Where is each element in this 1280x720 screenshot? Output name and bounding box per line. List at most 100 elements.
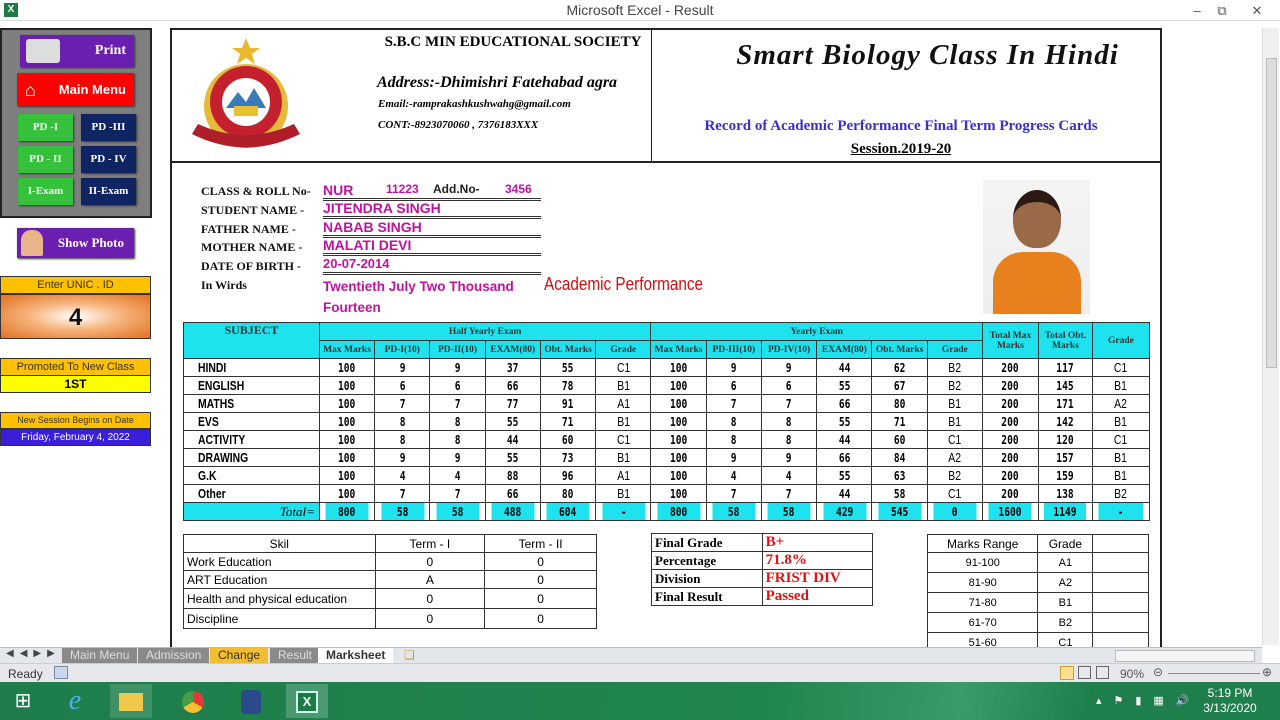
range-marks: 71-80	[926, 592, 1039, 613]
mark-cell: 66	[490, 376, 536, 395]
excel-icon: X	[4, 3, 18, 17]
vertical-scrollbar[interactable]	[1262, 28, 1279, 645]
mark-cell: C1	[600, 358, 646, 377]
range-blank	[1092, 612, 1149, 633]
macro-record-icon[interactable]	[54, 666, 68, 679]
mark-cell: 100	[324, 412, 370, 431]
print-button[interactable]: Print	[20, 35, 134, 67]
mark-cell: 9	[766, 448, 812, 467]
tab-marksheet[interactable]: Marksheet	[318, 648, 394, 663]
tab-change[interactable]: Change	[210, 648, 269, 663]
mark-cell: 100	[656, 394, 702, 413]
main-menu-button[interactable]: ⌂ Main Menu	[17, 73, 134, 106]
mark-cell: 62	[877, 358, 923, 377]
skill-grade: 0	[484, 608, 597, 629]
horizontal-scrollbar[interactable]	[1115, 650, 1255, 662]
media-player-icon[interactable]	[230, 684, 272, 718]
skills-header: Term - I	[374, 534, 486, 553]
final-label: Percentage	[651, 551, 763, 570]
promoted-label: Promoted To New Class	[0, 358, 151, 376]
range-marks: 81-90	[926, 572, 1039, 593]
mark-cell: 44	[490, 430, 536, 449]
pd2-button[interactable]: PD - II	[18, 146, 73, 173]
excel-taskbar-icon[interactable]: X	[286, 684, 328, 718]
zoom-out-button[interactable]: ⊝	[1153, 665, 1163, 679]
page-break-icon[interactable]	[1096, 666, 1109, 679]
zoom-in-button[interactable]: ⊕	[1262, 665, 1272, 679]
subject-name: HINDI	[196, 358, 307, 377]
mark-cell: 78	[545, 376, 591, 395]
zoom-level[interactable]: 90%	[1120, 667, 1144, 681]
mark-cell: 66	[490, 484, 536, 503]
mark-cell: 55	[821, 466, 867, 485]
mark-cell: 120	[1043, 430, 1088, 449]
show-photo-button[interactable]: Show Photo	[17, 228, 134, 258]
yearly-col-header: Max Marks	[650, 340, 707, 359]
mark-cell: 8	[711, 412, 757, 431]
range-header: Grade	[1037, 534, 1094, 553]
total-obt-header: Total Obt. Marks	[1037, 322, 1093, 359]
normal-view-icon[interactable]	[1060, 666, 1074, 680]
range-blank	[1092, 592, 1149, 613]
mark-cell: C1	[932, 484, 978, 503]
table-row: G.K 100 4 4 88 96 A1 100 4 4 55 63 B2 200 159 B1	[184, 466, 1150, 485]
pd4-button[interactable]: PD - IV	[81, 146, 136, 173]
tab-result[interactable]: Result	[270, 648, 321, 663]
mark-cell: 60	[545, 430, 591, 449]
mark-cell: B1	[1097, 412, 1145, 431]
exam1-button[interactable]: I-Exam	[18, 178, 73, 205]
mark-cell: B1	[1097, 466, 1145, 485]
total-cell: 0	[932, 502, 978, 521]
yearly-col-header: Obt. Marks	[871, 340, 928, 359]
add-no-label: Add.No-	[433, 182, 480, 196]
close-button[interactable]: ✕	[1243, 0, 1271, 21]
pd1-button[interactable]: PD -I	[18, 114, 73, 141]
mark-cell: 9	[435, 358, 481, 377]
yearly-col-header: PD-IV(10)	[760, 340, 818, 359]
organization-name: S.B.C MIN EDUCATIONAL SOCIETY	[384, 34, 642, 50]
insert-sheet-icon[interactable]: ❏	[396, 648, 423, 663]
minimize-button[interactable]: –	[1183, 0, 1211, 21]
mark-cell: 8	[435, 430, 481, 449]
status-bar: Ready 90% ⊝ ⊕	[0, 663, 1280, 682]
file-explorer-icon[interactable]	[110, 684, 152, 718]
internet-explorer-icon[interactable]: e	[54, 684, 96, 718]
final-value: 71.8%	[761, 551, 874, 570]
mark-cell: 8	[435, 412, 481, 431]
restore-button[interactable]: ⧉	[1208, 0, 1236, 21]
mark-cell: 77	[490, 394, 536, 413]
skill-name: Work Education	[183, 552, 376, 571]
system-tray-icons[interactable]: ▴⚑▮▦🔊	[1096, 694, 1202, 707]
mark-cell: 7	[379, 484, 425, 503]
yearly-col-header: PD-III(10)	[705, 340, 762, 359]
mark-cell: B2	[932, 466, 978, 485]
clock[interactable]: 5:19 PM 3/13/2020	[1190, 686, 1270, 716]
mark-cell: B2	[1097, 484, 1145, 503]
pd3-button[interactable]: PD -III	[81, 114, 136, 141]
range-blank	[1092, 534, 1149, 553]
table-row: MATHS 100 7 7 77 91 A1 100 7 7 66 80 B1 200 171 A2	[184, 394, 1150, 413]
subject-name: G.K	[196, 466, 307, 485]
dob-words-value: Twentieth July Two Thousand Fourteen	[323, 279, 514, 315]
page-layout-icon[interactable]	[1078, 666, 1091, 679]
mark-cell: 66	[821, 448, 867, 467]
range-blank	[1092, 572, 1149, 593]
final-row: Final Grade B+	[651, 533, 874, 552]
tab-scroll-arrows[interactable]: ◀◀▶▶	[6, 648, 61, 659]
unic-id-input[interactable]: 4	[0, 294, 151, 339]
mark-cell: 44	[821, 484, 867, 503]
zoom-slider[interactable]	[1168, 673, 1260, 674]
mark-cell: 100	[324, 484, 370, 503]
mark-cell: 171	[1043, 394, 1088, 413]
academic-performance-label: Academic Performance	[544, 274, 704, 294]
tab-main-menu[interactable]: Main Menu	[62, 648, 138, 663]
table-row: DRAWING 100 9 9 55 73 B1 100 9 9 66 84 A2 200 157 B1	[184, 448, 1150, 467]
mark-cell: 7	[711, 394, 757, 413]
range-header-row: Marks Range Grade	[926, 534, 1149, 553]
windows-start-icon[interactable]: ⊞	[2, 684, 44, 718]
tab-admission[interactable]: Admission	[138, 648, 210, 663]
chrome-icon[interactable]	[172, 684, 214, 718]
mark-cell: 9	[766, 358, 812, 377]
mark-cell: B2	[932, 376, 978, 395]
exam2-button[interactable]: II-Exam	[81, 178, 136, 205]
